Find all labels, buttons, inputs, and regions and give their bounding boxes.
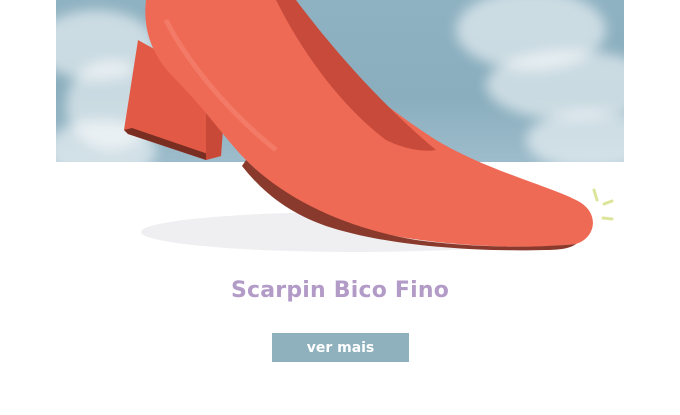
product-title: Scarpin Bico Fino xyxy=(230,278,450,303)
sparkle-icon xyxy=(592,188,614,221)
product-banner[interactable]: Scarpin Bico Fino ver mais xyxy=(0,0,680,415)
product-image[interactable] xyxy=(56,0,624,260)
see-more-button[interactable]: ver mais xyxy=(272,333,409,362)
